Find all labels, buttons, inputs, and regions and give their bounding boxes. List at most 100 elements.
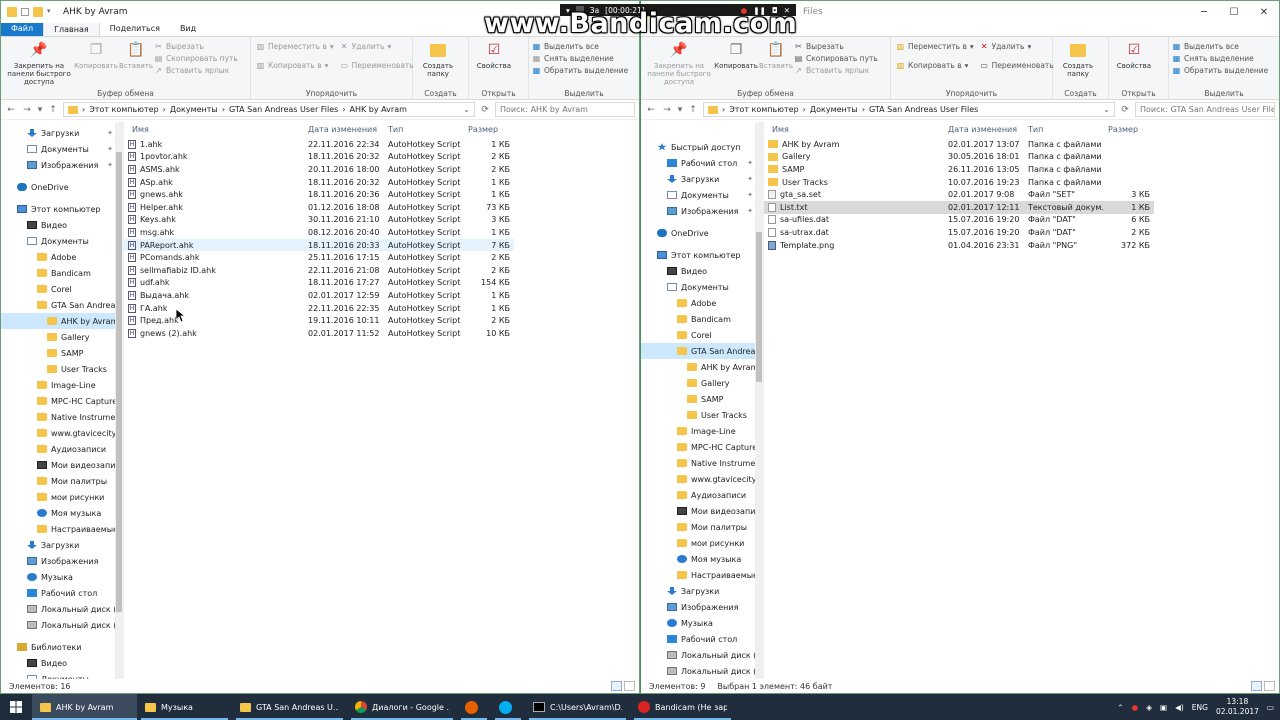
start-button[interactable] — [0, 694, 32, 720]
nav-item[interactable]: Музыка — [1, 569, 123, 585]
nav-item[interactable]: Документы — [641, 279, 763, 295]
large-icons-view-icon[interactable] — [624, 681, 635, 691]
refresh-icon[interactable]: ⟳ — [479, 105, 491, 115]
taskbar-item[interactable]: GTA San Andreas U... — [232, 694, 347, 720]
nav-scrollbar[interactable] — [115, 122, 123, 679]
move-to-button[interactable]: ▥ Переместить в ▾ — [256, 42, 334, 51]
nav-item[interactable]: AHK by Avram — [1, 313, 123, 329]
nav-item[interactable]: Документы ✦ — [641, 187, 763, 203]
nav-item[interactable]: GTA San Andreas User Files — [1, 297, 123, 313]
select-all-button[interactable]: ▦ Выделить все — [1172, 42, 1268, 51]
nav-item[interactable]: Настраиваемые шаблоны — [1, 521, 123, 537]
network-icon[interactable]: ▣ — [1160, 703, 1167, 712]
maximize-icon[interactable]: ☐ — [1219, 1, 1249, 23]
pin-icon[interactable]: ✦ — [747, 207, 753, 215]
file-row[interactable]: AHK by Avram 02.01.2017 13:07 Папка с файл… — [764, 138, 1154, 151]
chevron-down-icon[interactable]: ⌄ — [1103, 105, 1110, 114]
col-date[interactable]: Дата изменения — [944, 125, 1024, 134]
breadcrumb-3[interactable]: AHK by Avram — [350, 105, 407, 114]
nav-item[interactable]: Локальный диск (C:) — [641, 647, 763, 663]
nav-item[interactable]: Adobe — [641, 295, 763, 311]
notification-tray-icon[interactable]: ◈ — [1146, 703, 1152, 712]
invert-selection-button[interactable]: ▦ Обратить выделение — [532, 66, 629, 75]
language-indicator[interactable]: ENG — [1192, 703, 1208, 712]
nav-item[interactable]: SAMP — [1, 345, 123, 361]
nav-item[interactable]: Загрузки ✦ — [641, 171, 763, 187]
refresh-icon[interactable]: ⟳ — [1119, 105, 1131, 115]
nav-item[interactable]: Изображения ✦ — [1, 157, 123, 173]
nav-item[interactable]: User Tracks — [1, 361, 123, 377]
col-date[interactable]: Дата изменения — [304, 125, 384, 134]
nav-item[interactable]: Native Instruments — [641, 455, 763, 471]
nav-item[interactable]: Локальный диск (C:) — [1, 601, 123, 617]
select-all-button[interactable]: ▦ Выделить все — [532, 42, 628, 51]
file-row[interactable]: H 1povtor.ahk 18.11.2016 20:32 AutoHotkey S… — [124, 151, 514, 164]
file-row[interactable]: Hsellmafiabiz ID.ahk 22.11.2016 21:08 Auto… — [124, 264, 514, 277]
taskbar-item[interactable]: Bandicam (Не заре... — [630, 694, 735, 720]
checkbox-icon[interactable] — [21, 8, 29, 16]
dropdown-icon[interactable]: ▾ — [47, 7, 57, 17]
nav-item[interactable]: Моя музыка — [1, 505, 123, 521]
minimize-icon[interactable]: ─ — [1189, 1, 1219, 23]
new-folder-icon[interactable] — [33, 7, 43, 17]
breadcrumb-0[interactable]: Этот компьютер — [89, 105, 158, 114]
paste-shortcut-button[interactable]: ↗ Вставить ярлык — [794, 66, 878, 75]
copy-path-button[interactable]: ▤ Скопировать путь — [154, 54, 238, 63]
details-view-icon[interactable] — [1251, 681, 1262, 691]
pin-icon[interactable]: ✦ — [107, 145, 113, 153]
nav-item[interactable]: Мои палитры — [641, 519, 763, 535]
nav-item[interactable]: Рабочий стол ✦ — [641, 155, 763, 171]
breadcrumb-2[interactable]: GTA San Andreas User Files — [229, 105, 338, 114]
nav-item[interactable]: Быстрый доступ — [641, 139, 763, 155]
pin-icon[interactable]: ✦ — [747, 191, 753, 199]
nav-item[interactable]: Загрузки — [1, 537, 123, 553]
col-size[interactable]: Размер — [1104, 125, 1154, 134]
breadcrumb-1[interactable]: Документы — [810, 105, 858, 114]
nav-item[interactable]: Документы — [1, 671, 123, 679]
nav-item[interactable]: Документы ✦ — [1, 141, 123, 157]
nav-item[interactable]: Corel — [1, 281, 123, 297]
nav-item[interactable]: Видео — [1, 655, 123, 671]
col-type[interactable]: Тип — [1024, 125, 1104, 134]
nav-item[interactable]: Музыка — [641, 615, 763, 631]
tab-home[interactable]: Главная — [43, 22, 100, 36]
select-none-button[interactable]: ▦ Снять выделение — [1172, 54, 1268, 63]
chevron-down-icon[interactable]: ⌄ — [463, 105, 470, 114]
taskbar-item[interactable]: AHK by Avram — [32, 694, 137, 720]
col-type[interactable]: Тип — [384, 125, 464, 134]
nav-item[interactable]: Мои видеозаписи — [1, 457, 123, 473]
breadcrumb-0[interactable]: Этот компьютер — [729, 105, 798, 114]
nav-item[interactable]: Bandicam — [1, 265, 123, 281]
taskbar-item[interactable]: Диалоги - Google ... — [347, 694, 457, 720]
nav-item[interactable]: User Tracks — [641, 407, 763, 423]
file-row[interactable]: Hudf.ahk 18.11.2016 17:27 AutoHotkey Scrip… — [124, 277, 514, 290]
address-bar[interactable]: › Этот компьютер › Документы › GTA San And… — [703, 102, 1115, 117]
file-row[interactable]: sa-ufiles.dat 15.07.2016 19:20 Файл "DAT" 6… — [764, 214, 1154, 227]
close-icon[interactable]: ✕ — [1249, 1, 1279, 23]
large-icons-view-icon[interactable] — [1264, 681, 1275, 691]
pin-icon[interactable]: ✦ — [747, 175, 753, 183]
delete-button[interactable]: ✕ Удалить ▾ — [340, 42, 414, 51]
nav-item[interactable]: Рабочий стол — [1, 585, 123, 601]
taskbar-item[interactable]: Музыка — [137, 694, 232, 720]
back-arrow-icon[interactable]: ← — [645, 105, 657, 115]
nav-item[interactable]: Моя музыка — [641, 551, 763, 567]
file-row[interactable]: SAMP 26.11.2016 13:05 Папка с файлами — [764, 163, 1154, 176]
file-row[interactable]: H ASp.ahk 18.11.2016 20:32 AutoHotkey Scrip… — [124, 176, 514, 189]
file-row[interactable]: List.txt 02.01.2017 12:11 Текстовый докум.… — [764, 200, 1154, 214]
nav-item[interactable]: Native Instruments — [1, 409, 123, 425]
nav-item[interactable]: Этот компьютер — [641, 247, 763, 263]
nav-item[interactable]: AHK by Avram — [641, 359, 763, 375]
nav-item[interactable]: Corel — [641, 327, 763, 343]
nav-item[interactable]: Этот компьютер — [1, 201, 123, 217]
taskbar-item[interactable] — [457, 694, 491, 720]
nav-item[interactable]: Bandicam — [641, 311, 763, 327]
pin-icon[interactable]: ✦ — [107, 161, 113, 169]
nav-item[interactable]: Gallery — [1, 329, 123, 345]
up-arrow-icon[interactable]: ↑ — [687, 105, 699, 115]
nav-item[interactable]: Видео — [641, 263, 763, 279]
nav-item[interactable]: Рабочий стол — [641, 631, 763, 647]
nav-scrollbar[interactable] — [755, 122, 763, 679]
scroll-thumb[interactable] — [756, 232, 762, 382]
nav-item[interactable]: Изображения ✦ — [641, 203, 763, 219]
